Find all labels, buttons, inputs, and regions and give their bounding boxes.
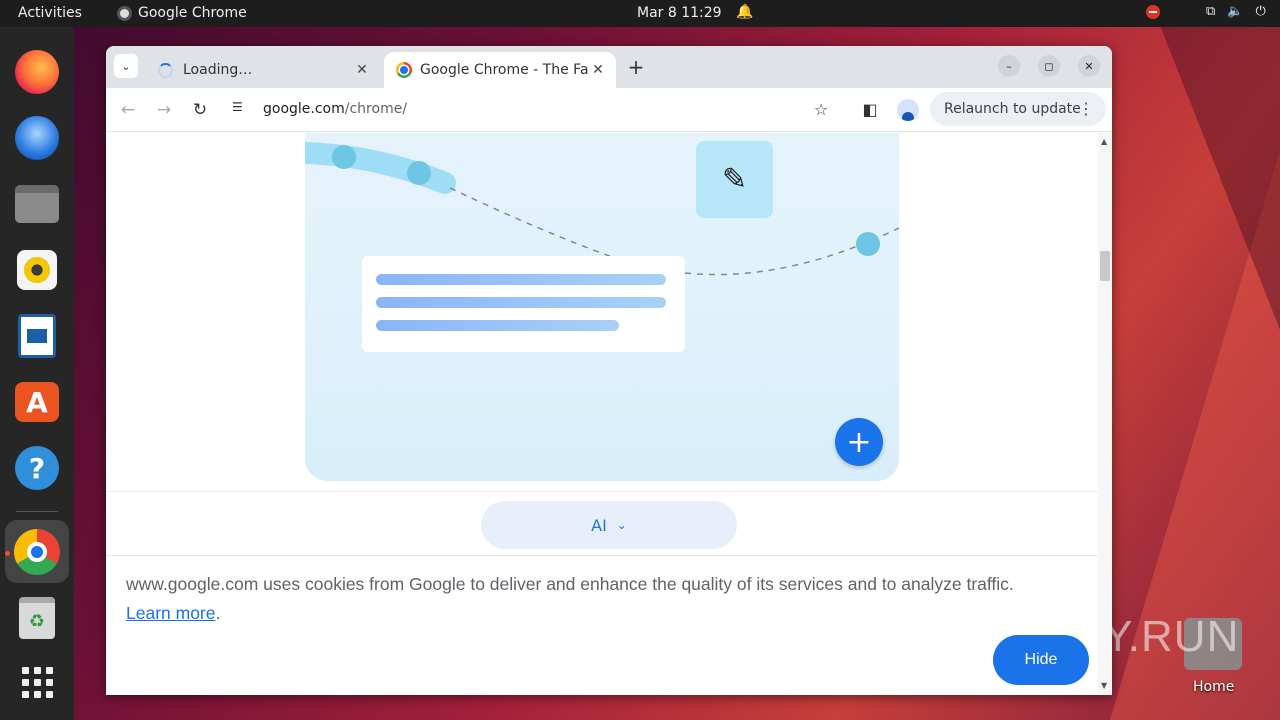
chrome-icon xyxy=(14,529,60,575)
dock-rhythmbox[interactable] xyxy=(13,246,61,294)
chrome-favicon-icon xyxy=(396,62,412,78)
show-apps-button[interactable] xyxy=(13,658,61,706)
dock-firefox[interactable] xyxy=(13,48,61,96)
address-bar[interactable]: google.com/chrome/ xyxy=(263,101,407,117)
url-host: google.com xyxy=(263,101,345,117)
tab-title: Google Chrome - The Fast & Secure Web Br… xyxy=(420,62,588,78)
chevron-down-icon: ⌄ xyxy=(616,518,627,532)
activities-button[interactable]: Activities xyxy=(18,5,82,21)
system-tray[interactable]: ⧉ 🔈 ⏻ xyxy=(1146,4,1266,19)
tab-title: Loading… xyxy=(183,62,253,78)
browser-toolbar: ← → ↻ ☰ google.com/chrome/ ☆ ◧ Relaunch … xyxy=(106,88,1112,132)
dock-separator xyxy=(16,511,58,512)
do-not-disturb-icon xyxy=(1146,4,1160,19)
dock-trash[interactable]: ♻ xyxy=(13,594,61,642)
relaunch-to-update-button[interactable]: Relaunch to update ⋮ xyxy=(930,92,1106,126)
bell-icon[interactable]: 🔔 xyxy=(736,4,753,20)
network-icon: ⧉ xyxy=(1206,4,1216,19)
dock-files[interactable] xyxy=(13,180,61,228)
cookie-banner: www.google.com uses cookies from Google … xyxy=(106,555,1098,695)
text-line xyxy=(376,274,666,285)
person-icon xyxy=(902,112,914,121)
plus-icon: + xyxy=(835,418,883,466)
power-icon: ⏻ xyxy=(1255,4,1266,19)
magic-pencil-icon: ✎ xyxy=(696,141,773,218)
text-line xyxy=(376,297,666,308)
wallpaper-facet xyxy=(1150,0,1280,330)
reload-button[interactable]: ↻ xyxy=(188,98,212,122)
clock[interactable]: Mar 8 11:29 xyxy=(637,5,722,21)
bookmark-star-icon[interactable]: ☆ xyxy=(810,99,832,121)
cookie-text: www.google.com uses cookies from Google … xyxy=(126,574,1014,594)
close-icon[interactable]: ✕ xyxy=(588,62,608,78)
forward-button[interactable]: → xyxy=(152,98,176,122)
running-indicator xyxy=(5,551,10,556)
files-icon xyxy=(15,185,59,223)
page-scrollbar[interactable]: ▲ ▼ xyxy=(1098,133,1112,695)
app-grid-icon xyxy=(21,666,53,698)
home-folder-label[interactable]: Home xyxy=(1193,679,1234,695)
tab-strip: ⌄ Loading… ✕ Google Chrome - The Fast & … xyxy=(106,46,1112,88)
chrome-icon xyxy=(117,5,132,21)
cookie-message: www.google.com uses cookies from Google … xyxy=(126,574,1014,623)
url-path: /chrome/ xyxy=(344,101,408,117)
app-menu[interactable]: Google Chrome xyxy=(117,5,247,21)
rhythmbox-icon xyxy=(17,250,57,290)
close-window-button[interactable]: ✕ xyxy=(1078,55,1100,77)
top-bar: Activities Google Chrome Mar 8 11:29 🔔 ⧉… xyxy=(0,0,1280,27)
chevron-down-icon: ⌄ xyxy=(121,59,131,73)
site-settings-icon[interactable]: ☰ xyxy=(232,100,252,120)
close-icon[interactable]: ✕ xyxy=(352,62,372,78)
side-panel-icon[interactable]: ◧ xyxy=(859,99,881,121)
dock-thunderbird[interactable] xyxy=(13,114,61,162)
scroll-down-icon[interactable]: ▼ xyxy=(1101,681,1107,690)
text-card xyxy=(362,256,685,352)
loading-spinner-icon xyxy=(158,62,173,78)
dock-writer[interactable] xyxy=(13,312,61,360)
app-name-label: Google Chrome xyxy=(138,5,247,21)
section-divider xyxy=(106,491,1098,492)
learn-more-link[interactable]: Learn more xyxy=(126,603,216,623)
profile-avatar[interactable] xyxy=(897,99,919,121)
chrome-window: ⌄ Loading… ✕ Google Chrome - The Fast & … xyxy=(106,46,1112,695)
trash-icon: ♻ xyxy=(19,597,55,639)
scroll-up-icon[interactable]: ▲ xyxy=(1101,137,1107,146)
app-center-icon: A xyxy=(15,382,59,422)
tab-loading[interactable]: Loading… ✕ xyxy=(146,52,380,88)
tab-search-button[interactable]: ⌄ xyxy=(114,54,138,78)
page-content: ✎ + AI ⌄ www.google.com uses cookies fro… xyxy=(106,133,1098,695)
thunderbird-icon xyxy=(15,116,59,160)
text-line xyxy=(376,320,619,331)
relaunch-label: Relaunch to update xyxy=(944,101,1081,117)
ai-dropdown-button[interactable]: AI ⌄ xyxy=(481,501,737,549)
back-button[interactable]: ← xyxy=(116,98,140,122)
minimize-button[interactable]: – xyxy=(998,55,1020,77)
tab-google-chrome[interactable]: Google Chrome - The Fast & Secure Web Br… xyxy=(384,52,616,88)
new-tab-button[interactable]: + xyxy=(624,56,648,80)
help-icon: ? xyxy=(15,446,59,490)
volume-icon: 🔈 xyxy=(1227,4,1244,19)
dock: A ? ♻ xyxy=(0,27,74,720)
more-menu-icon[interactable]: ⋮ xyxy=(1078,99,1094,118)
dock-help[interactable]: ? xyxy=(13,444,61,492)
ai-feature-illustration: ✎ + xyxy=(305,133,899,481)
scrollbar-thumb[interactable] xyxy=(1100,251,1110,281)
ai-pill-label: AI xyxy=(591,515,607,535)
maximize-button[interactable]: ◻ xyxy=(1038,55,1060,77)
writer-icon xyxy=(18,314,56,358)
firefox-icon xyxy=(15,50,59,94)
hide-button[interactable]: Hide xyxy=(993,635,1089,685)
dock-app-center[interactable]: A xyxy=(13,378,61,426)
dock-chrome[interactable] xyxy=(13,528,61,576)
